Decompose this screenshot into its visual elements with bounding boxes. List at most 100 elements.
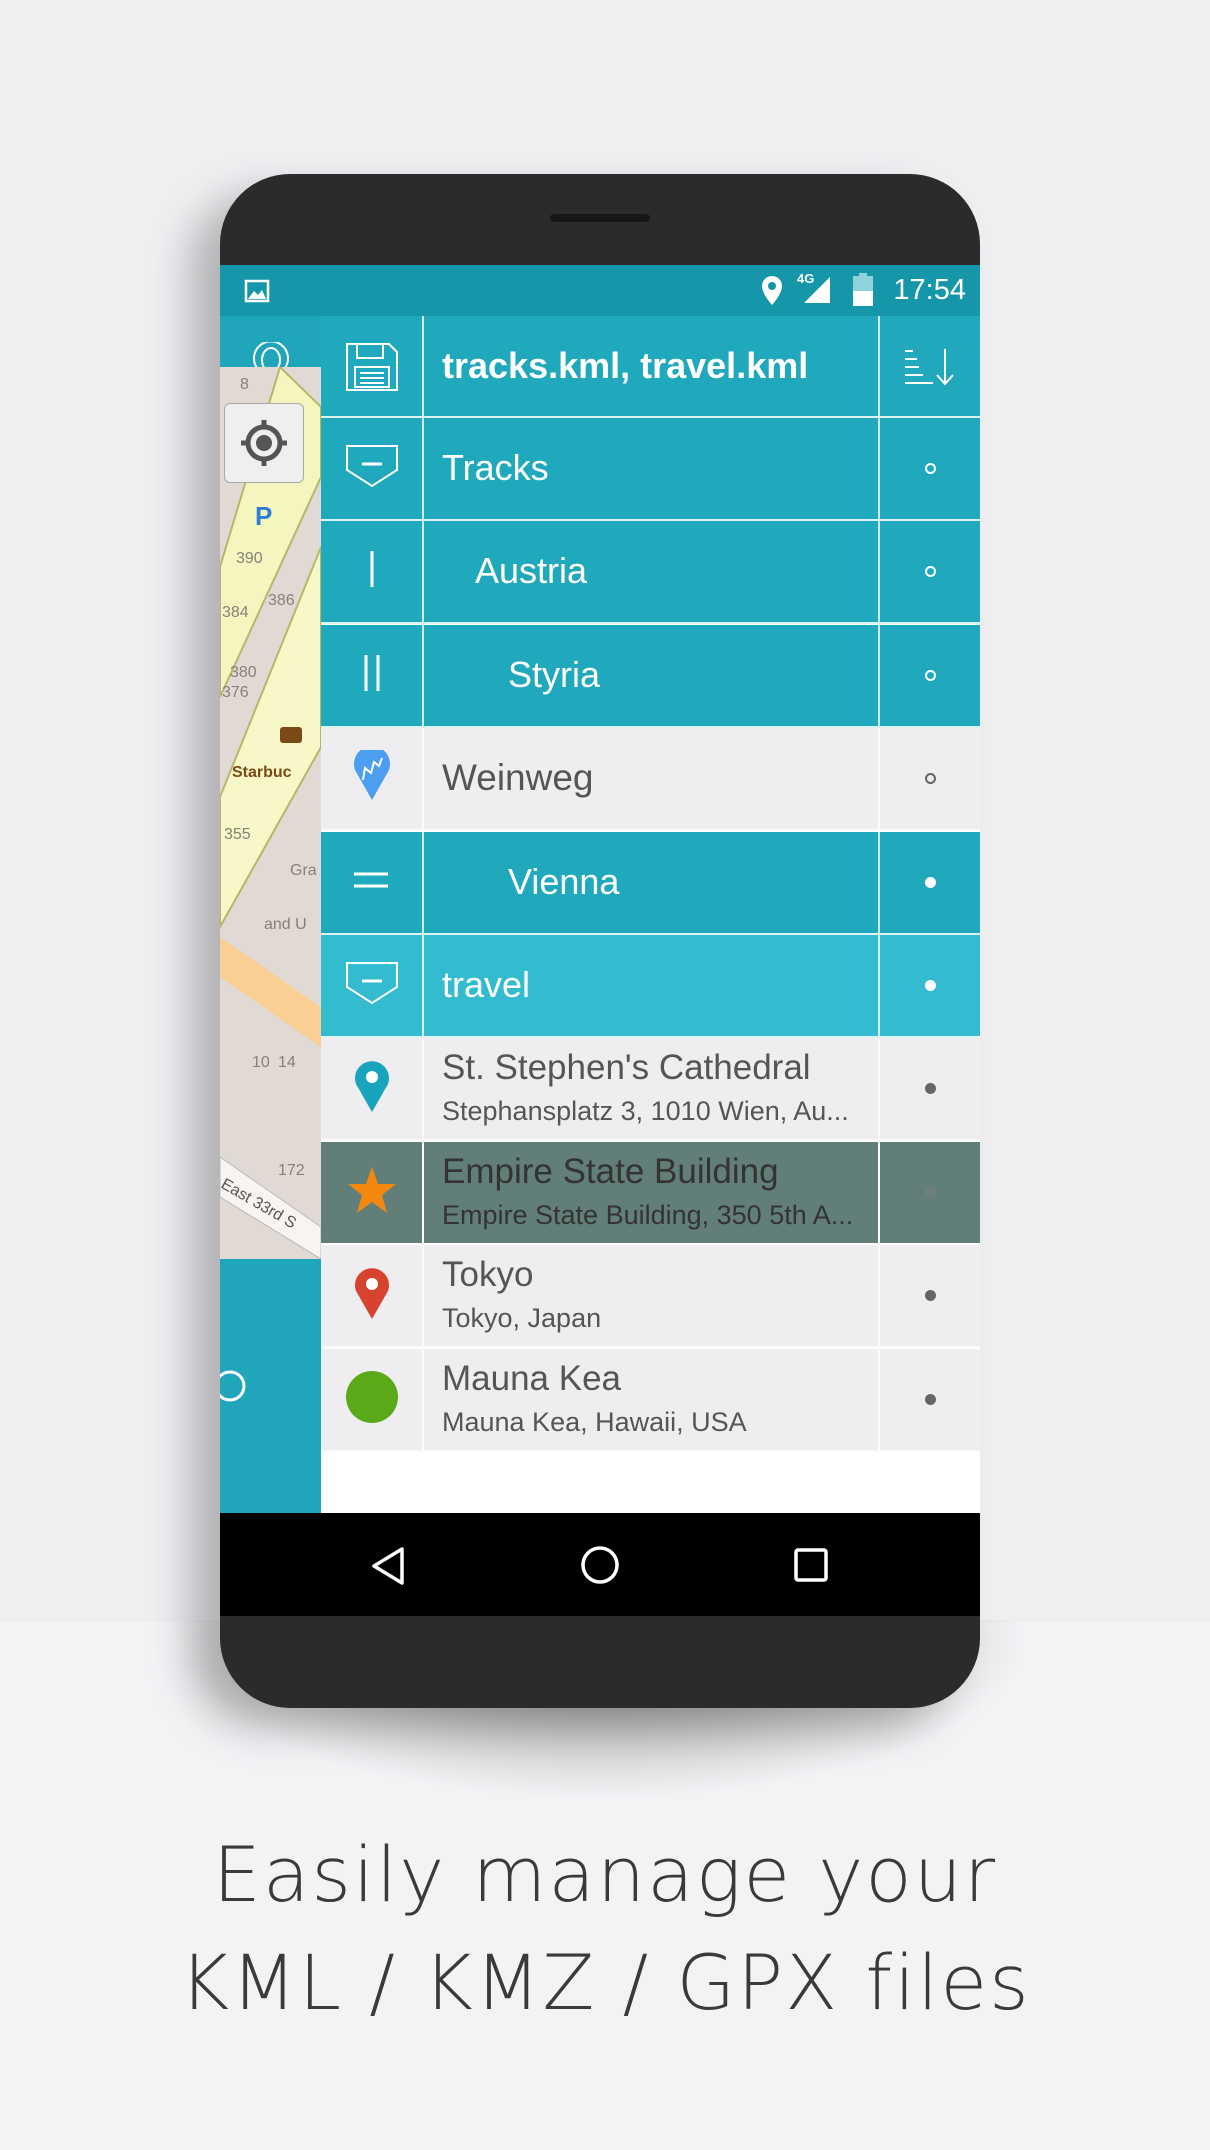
visibility-dot-icon — [924, 463, 936, 474]
item-label: Tracks — [442, 447, 549, 488]
map-label: and U — [264, 916, 307, 933]
item-icon-cell[interactable] — [321, 521, 424, 623]
battery-icon — [853, 273, 873, 306]
visibility-toggle[interactable] — [878, 935, 980, 1036]
map-label: 14 — [278, 1054, 296, 1071]
map-graphic: 8 390 386 384 380 376 355 Gra and U 172 … — [220, 367, 321, 1259]
item-label: St. Stephen's Cathedral — [442, 1048, 811, 1088]
list-item[interactable]: Tracks — [321, 418, 980, 521]
caption-line-1: Easily manage your — [212, 1830, 998, 1919]
sort-icon — [905, 348, 954, 386]
map-label: 386 — [268, 592, 295, 609]
map-label: 10 — [252, 1054, 270, 1071]
green-circle-icon — [345, 1370, 399, 1429]
list-item[interactable]: Styria — [321, 624, 980, 728]
visibility-toggle[interactable] — [878, 1141, 980, 1243]
visibility-toggle[interactable] — [878, 831, 980, 933]
image-icon — [244, 279, 270, 303]
orange-star-icon — [346, 1165, 398, 1220]
item-subtitle: Empire State Building, 350 5th A... — [442, 1199, 854, 1230]
map-label: Gra — [290, 862, 317, 879]
parking-icon: P — [255, 501, 272, 531]
list-item[interactable]: Mauna Kea Mauna Kea, Hawaii, USA — [321, 1348, 980, 1452]
item-label: Weinweg — [442, 757, 594, 799]
phone-speaker — [550, 214, 650, 222]
level-equal-icon — [353, 870, 390, 895]
cafe-icon — [280, 727, 302, 743]
visibility-toggle[interactable] — [878, 1038, 980, 1140]
map-label: 355 — [224, 826, 251, 843]
map-label: 172 — [278, 1162, 305, 1179]
list-item[interactable]: travel — [321, 935, 980, 1038]
list-header: tracks.kml, travel.kml — [321, 316, 980, 418]
home-icon[interactable] — [580, 1545, 620, 1585]
visibility-dot-icon — [924, 1186, 936, 1198]
sort-button[interactable] — [878, 316, 980, 417]
folder-collapse-icon — [345, 444, 399, 493]
visibility-toggle[interactable] — [878, 624, 980, 726]
list-item[interactable]: Austria — [321, 521, 980, 625]
item-label: travel — [442, 964, 531, 1005]
item-icon-cell[interactable] — [321, 1141, 424, 1243]
item-icon-cell[interactable] — [321, 935, 424, 1036]
map-label: 390 — [236, 550, 263, 567]
list-item[interactable]: Tokyo Tokyo, Japan — [321, 1245, 980, 1349]
caption-line-2: KML / KMZ / GPX files — [179, 1938, 1031, 2027]
save-button[interactable] — [321, 316, 424, 417]
item-icon-cell[interactable] — [321, 418, 424, 519]
list-item[interactable]: Empire State Building Empire State Buildi… — [321, 1141, 980, 1245]
phone-screen: 4G 17:54 8 390 386 384 380 376 355 Gra a… — [220, 265, 980, 1616]
map-label: 8 — [240, 376, 249, 393]
item-label: Austria — [475, 550, 588, 592]
visibility-dot-icon — [924, 566, 936, 578]
item-icon-cell[interactable] — [321, 1245, 424, 1347]
item-label: Tokyo — [442, 1255, 534, 1295]
location-icon — [762, 276, 782, 305]
item-label: Vienna — [508, 860, 620, 902]
visibility-dot-icon — [924, 1083, 936, 1095]
item-icon-cell[interactable] — [321, 624, 424, 726]
level1-icon — [367, 551, 377, 592]
item-icon-cell[interactable] — [321, 728, 424, 830]
list-item[interactable]: Weinweg — [321, 728, 980, 832]
map-view[interactable]: 8 390 386 384 380 376 355 Gra and U 172 … — [220, 367, 321, 1259]
map-label: 376 — [222, 684, 249, 701]
level2-icon — [362, 654, 382, 696]
list-item[interactable]: Vienna — [321, 831, 980, 935]
visibility-toggle[interactable] — [878, 1245, 980, 1347]
red-pin-icon — [353, 1265, 391, 1326]
item-icon-cell[interactable] — [321, 1038, 424, 1140]
recents-icon[interactable] — [793, 1547, 829, 1583]
back-icon[interactable] — [370, 1546, 406, 1586]
save-icon — [345, 342, 398, 391]
visibility-dot-icon — [924, 1290, 936, 1302]
status-bar: 4G 17:54 — [220, 265, 980, 316]
item-icon-cell[interactable] — [321, 831, 424, 933]
visibility-toggle[interactable] — [878, 728, 980, 830]
item-icon-cell[interactable] — [321, 1348, 424, 1450]
map-label: Starbuc — [232, 764, 292, 781]
visibility-toggle[interactable] — [878, 521, 980, 623]
compass-icon[interactable] — [220, 1366, 250, 1406]
visibility-dot-icon — [924, 773, 936, 785]
visibility-dot-icon — [924, 1393, 936, 1405]
navigation-bar — [220, 1513, 980, 1616]
header-title: tracks.kml, travel.kml — [442, 345, 809, 386]
visibility-toggle[interactable] — [878, 1348, 980, 1450]
item-label: Mauna Kea — [442, 1358, 622, 1398]
item-subtitle: Mauna Kea, Hawaii, USA — [442, 1406, 747, 1437]
item-subtitle: Tokyo, Japan — [442, 1303, 602, 1334]
visibility-toggle[interactable] — [878, 418, 980, 519]
list-item[interactable]: St. Stephen's Cathedral Stephansplatz 3, … — [321, 1038, 980, 1142]
signal-icon — [804, 277, 830, 303]
teal-pin-icon — [353, 1058, 391, 1119]
status-time: 17:54 — [893, 274, 966, 306]
item-label: Empire State Building — [442, 1151, 779, 1191]
map-label: 380 — [230, 664, 257, 681]
locate-button[interactable] — [224, 403, 304, 483]
folder-collapse-icon — [345, 961, 399, 1010]
visibility-dot-icon — [924, 980, 936, 991]
map-label: 384 — [222, 604, 249, 621]
track-pin-icon — [352, 746, 392, 807]
visibility-dot-icon — [924, 876, 936, 888]
